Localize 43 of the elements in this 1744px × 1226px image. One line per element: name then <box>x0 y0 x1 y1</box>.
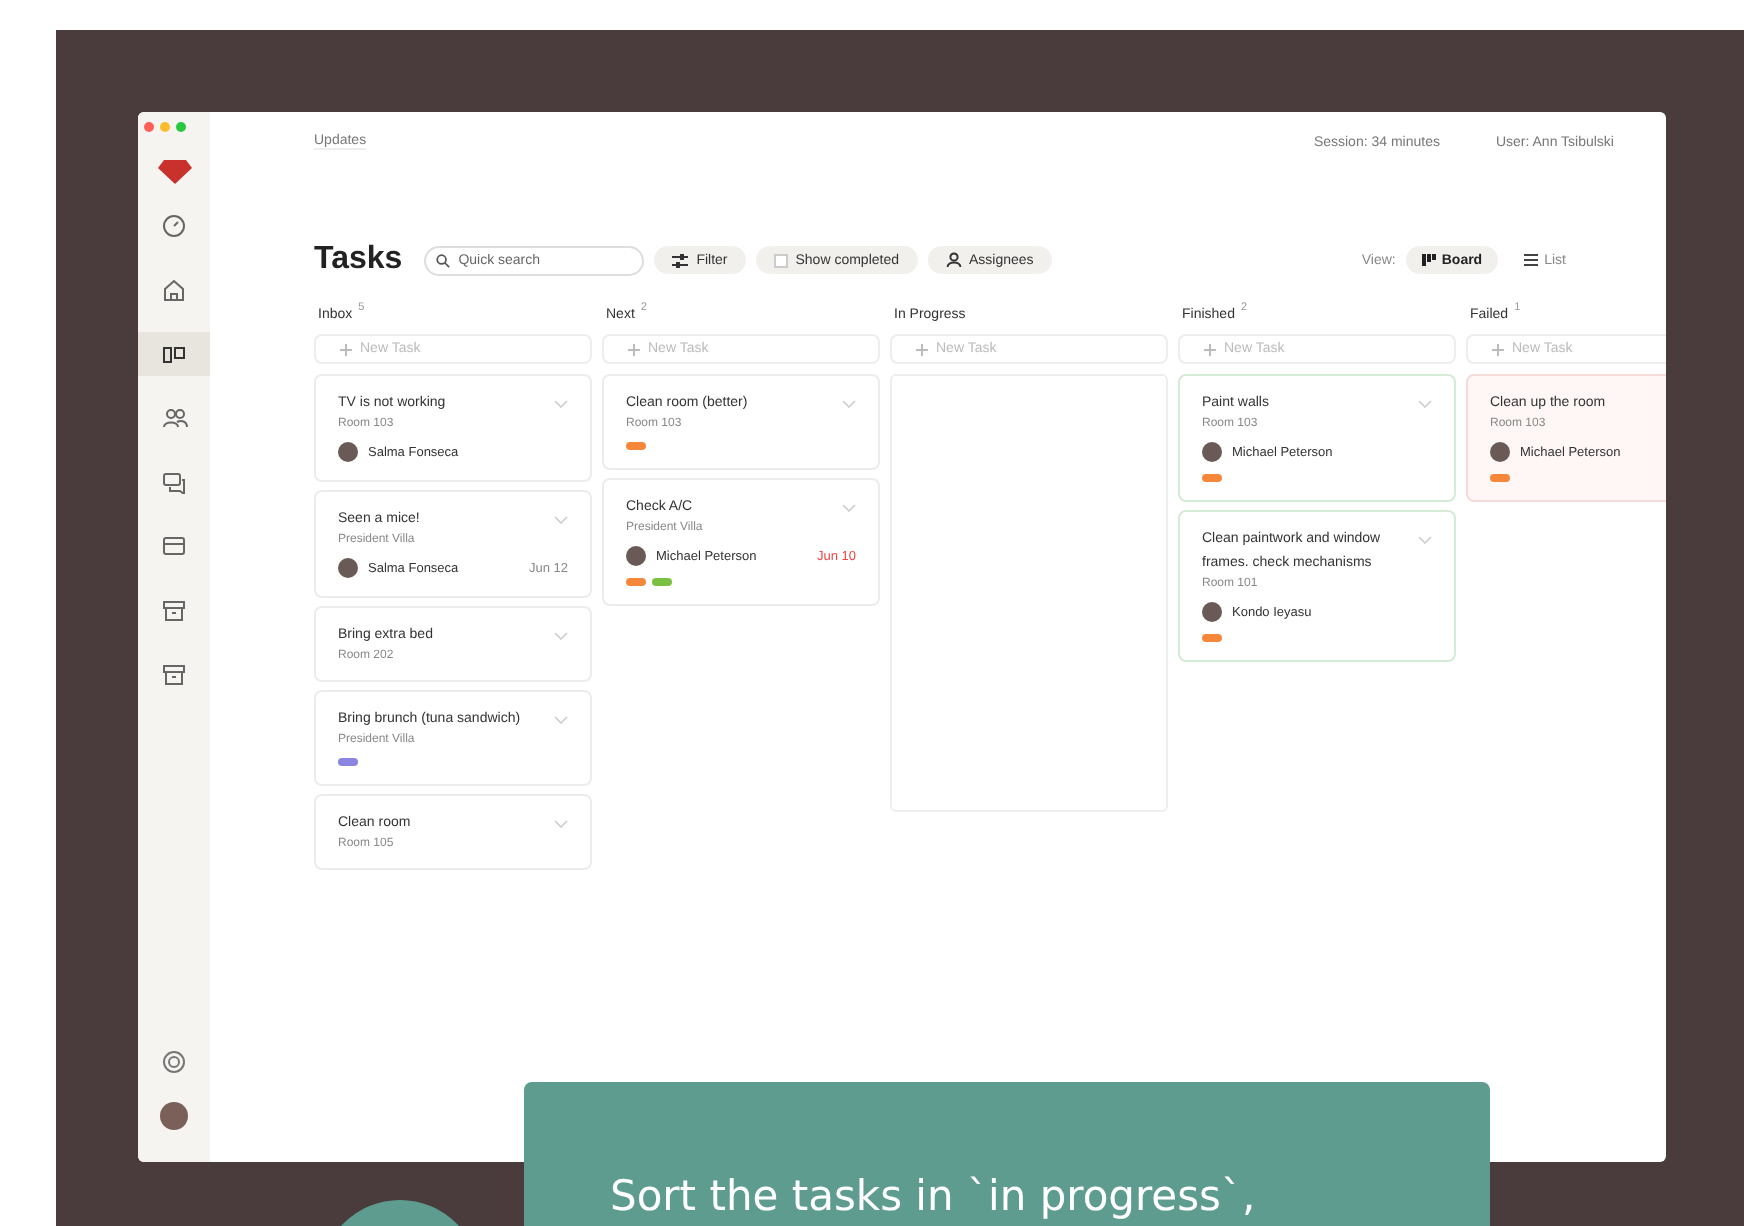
plus-icon <box>916 343 928 355</box>
assignee-avatar <box>1490 442 1510 462</box>
chevron-down-icon[interactable] <box>554 516 568 524</box>
people-icon <box>161 408 187 428</box>
assignee-avatar <box>1202 442 1222 462</box>
chevron-down-icon[interactable] <box>842 400 856 408</box>
clock-icon <box>162 214 186 238</box>
zoom-dot-icon[interactable] <box>176 122 186 132</box>
assignee-avatar <box>338 558 358 578</box>
user-avatar[interactable] <box>160 1102 188 1130</box>
chat-bubbles-icon <box>161 471 187 493</box>
chevron-down-icon[interactable] <box>1418 536 1432 544</box>
chevron-down-icon[interactable] <box>554 632 568 640</box>
board-columns-icon <box>162 345 186 363</box>
gem-logo-icon[interactable] <box>157 160 191 184</box>
chevron-down-icon[interactable] <box>554 400 568 408</box>
card-icon <box>162 536 186 556</box>
chevron-down-icon[interactable] <box>554 820 568 828</box>
close-dot-icon[interactable] <box>144 122 154 132</box>
list-icon <box>1524 254 1539 266</box>
plus-icon <box>1204 343 1216 355</box>
checkbox[interactable] <box>773 253 788 267</box>
plus-icon <box>1492 343 1504 355</box>
assignee-avatar <box>1202 602 1222 622</box>
minimize-dot-icon[interactable] <box>160 122 170 132</box>
page-title: Tasks <box>314 242 403 278</box>
archive-box-icon <box>162 599 186 621</box>
search-icon <box>436 253 451 267</box>
assignee-avatar <box>626 546 646 566</box>
plus-icon <box>628 343 640 355</box>
sidebar-item[interactable] <box>138 332 210 376</box>
filter-icon <box>672 253 689 267</box>
chevron-down-icon[interactable] <box>842 504 856 512</box>
tooltip-text: Sort the tasks in `in progress`, <box>610 1172 1256 1220</box>
plus-icon <box>340 343 352 355</box>
chevron-down-icon[interactable] <box>554 716 568 724</box>
archive-box-icon <box>162 663 186 685</box>
chevron-down-icon[interactable] <box>1418 400 1432 408</box>
assignee-avatar <box>338 442 358 462</box>
board-icon <box>1421 254 1436 266</box>
settings-icon[interactable] <box>162 1050 186 1074</box>
person-icon <box>945 252 962 268</box>
home-icon <box>162 278 186 302</box>
